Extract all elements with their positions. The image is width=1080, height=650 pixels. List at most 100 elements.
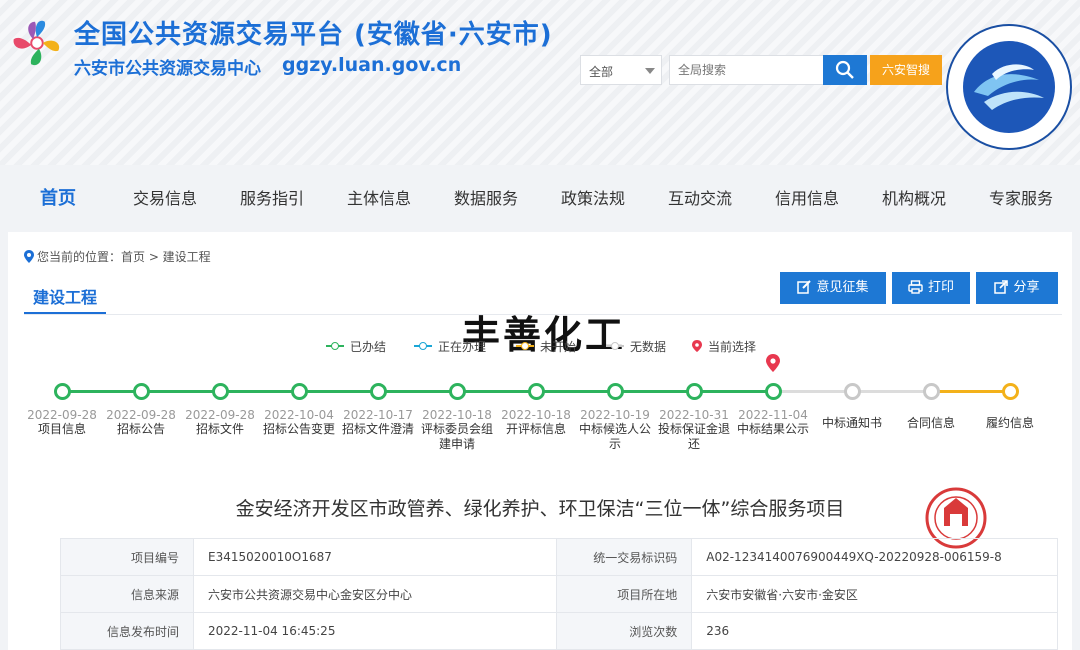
legend-done: 已办结 (326, 338, 386, 355)
timeline-step-label[interactable]: 投标保证金退还 (654, 422, 734, 452)
timeline-step-label[interactable]: 招标公告变更 (259, 422, 339, 437)
field-value: E3415020010O1687 (193, 538, 557, 576)
timeline-step-label[interactable]: 履约信息 (970, 416, 1050, 431)
nav-item-data-service[interactable]: 数据服务 (454, 185, 518, 209)
timeline-step-date: 2022-09-28 (106, 408, 176, 422)
timeline-connector (220, 390, 299, 393)
timeline-connector (457, 390, 536, 393)
timeline-step-dot[interactable] (686, 383, 703, 400)
table-row: 项目编号 E3415020010O1687 统一交易标识码 A02-123414… (60, 538, 1058, 576)
field-value: A02-1234140076900449XQ-20220928-006159-8 (691, 538, 1058, 576)
nav-item-entity-info[interactable]: 主体信息 (347, 185, 411, 209)
timeline-step-label[interactable]: 招标公告 (101, 422, 181, 437)
field-label: 项目所在地 (555, 575, 693, 613)
timeline-step-label[interactable]: 开评标信息 (496, 422, 576, 437)
location-pin-icon (24, 250, 34, 263)
search-input[interactable] (669, 55, 823, 85)
timeline-step-label[interactable]: 招标文件澄清 (338, 422, 418, 437)
nav-item-interaction[interactable]: 互动交流 (668, 185, 732, 209)
nav-item-organization[interactable]: 机构概况 (882, 185, 946, 209)
timeline-connector (536, 390, 615, 393)
breadcrumb: 您当前的位置：首页 > 建设工程 (24, 248, 211, 265)
feedback-button[interactable]: 意见征集 (780, 272, 886, 304)
share-label: 分享 (1013, 280, 1040, 295)
main-nav: 首页 交易信息 服务指引 主体信息 数据服务 政策法规 互动交流 信用信息 机构… (0, 175, 1080, 217)
smart-search-button[interactable]: 六安智搜 (870, 55, 942, 85)
field-label: 统一交易标识码 (555, 538, 693, 576)
legend-in-progress-icon (414, 342, 432, 350)
tab-construction[interactable]: 建设工程 (24, 284, 106, 314)
site-subtitle: 六安市公共资源交易中心 (74, 59, 261, 79)
site-domain: ggzy.luan.gov.cn (282, 54, 462, 76)
nav-item-policy[interactable]: 政策法规 (561, 185, 625, 209)
project-info-table: 项目编号 E3415020010O1687 统一交易标识码 A02-123414… (60, 538, 1058, 650)
chevron-down-icon (645, 68, 655, 74)
timeline-step-label[interactable]: 中标通知书 (812, 416, 892, 431)
edit-icon (797, 280, 812, 294)
timeline-step-label[interactable]: 中标候选人公示 (575, 422, 655, 452)
timeline-step-date: 2022-10-18 (422, 408, 492, 422)
timeline-step-date: 2022-09-28 (185, 408, 255, 422)
timeline-step-dot[interactable] (449, 383, 466, 400)
content-panel: 您当前的位置：首页 > 建设工程 建设工程 意见征集 打印 分享 丰善化工 已办… (8, 232, 1072, 650)
search-button[interactable] (823, 55, 867, 85)
timeline-connector (694, 390, 773, 393)
print-button[interactable]: 打印 (892, 272, 970, 304)
timeline-step-dot[interactable] (133, 383, 150, 400)
field-value: 236 (691, 612, 1058, 650)
timeline-connector (852, 390, 931, 393)
printer-icon (908, 280, 923, 294)
field-label: 项目编号 (60, 538, 194, 576)
current-pin-icon (766, 354, 780, 372)
timeline-connector (62, 390, 141, 393)
table-row: 信息发布时间 2022-11-04 16:45:25 浏览次数 236 (60, 612, 1058, 650)
timeline-step-dot[interactable] (528, 383, 545, 400)
timeline-connector (378, 390, 457, 393)
timeline-step-date: 2022-10-17 (343, 408, 413, 422)
legend-current: 当前选择 (692, 338, 756, 355)
nav-item-credit[interactable]: 信用信息 (775, 185, 839, 209)
field-value: 2022-11-04 16:45:25 (193, 612, 557, 650)
platform-logo-icon (13, 20, 60, 66)
timeline-step-label[interactable]: 中标结果公示 (733, 422, 813, 437)
nav-item-experts[interactable]: 专家服务 (989, 185, 1053, 209)
timeline-step-label[interactable]: 项目信息 (22, 422, 102, 437)
map-pin-icon (692, 340, 702, 352)
legend-no-data-icon (606, 342, 624, 350)
share-button[interactable]: 分享 (976, 272, 1058, 304)
progress-timeline: 2022-09-28 项目信息 2022-09-28 招标公告 2022-09-28 招标… (8, 354, 1072, 472)
search-scope-select[interactable]: 全部 (580, 55, 662, 85)
field-label: 信息发布时间 (60, 612, 194, 650)
timeline-step-dot[interactable] (54, 383, 71, 400)
timeline-step-dot[interactable] (212, 383, 229, 400)
field-value: 六安市公共资源交易中心金安区分中心 (193, 575, 557, 613)
search-icon (835, 60, 854, 79)
legend-label: 无数据 (630, 340, 667, 354)
nav-item-home[interactable]: 首页 (40, 184, 76, 210)
timeline-step-label[interactable]: 合同信息 (891, 416, 971, 431)
legend-label: 当前选择 (708, 340, 757, 354)
timeline-step-dot[interactable] (607, 383, 624, 400)
timeline-step-dot[interactable] (370, 383, 387, 400)
legend-no-data: 无数据 (606, 338, 666, 355)
timeline-step-dot[interactable] (765, 383, 782, 400)
legend-in-progress: 正在办理 (414, 338, 486, 355)
timeline-step-label[interactable]: 评标委员会组建申请 (417, 422, 497, 452)
timeline-step-dot[interactable] (923, 383, 940, 400)
timeline-step-dot[interactable] (291, 383, 308, 400)
legend-not-started: 未开始 (516, 338, 576, 355)
timeline-connector (773, 390, 852, 393)
timeline-step-dot[interactable] (844, 383, 861, 400)
legend-label: 未开始 (540, 340, 577, 354)
print-label: 打印 (927, 280, 954, 295)
breadcrumb-text: 您当前的位置：首页 > 建设工程 (37, 250, 211, 264)
nav-item-trade-info[interactable]: 交易信息 (133, 185, 197, 209)
field-label: 信息来源 (60, 575, 194, 613)
table-row: 信息来源 六安市公共资源交易中心金安区分中心 项目所在地 六安市安徽省·六安市·… (60, 575, 1058, 613)
nav-item-service-guide[interactable]: 服务指引 (240, 185, 304, 209)
timeline-connector (141, 390, 220, 393)
site-title: 全国公共资源交易平台 (安徽省·六安市) (74, 20, 553, 50)
field-label: 浏览次数 (555, 612, 693, 650)
timeline-step-label[interactable]: 招标文件 (180, 422, 260, 437)
timeline-step-dot[interactable] (1002, 383, 1019, 400)
